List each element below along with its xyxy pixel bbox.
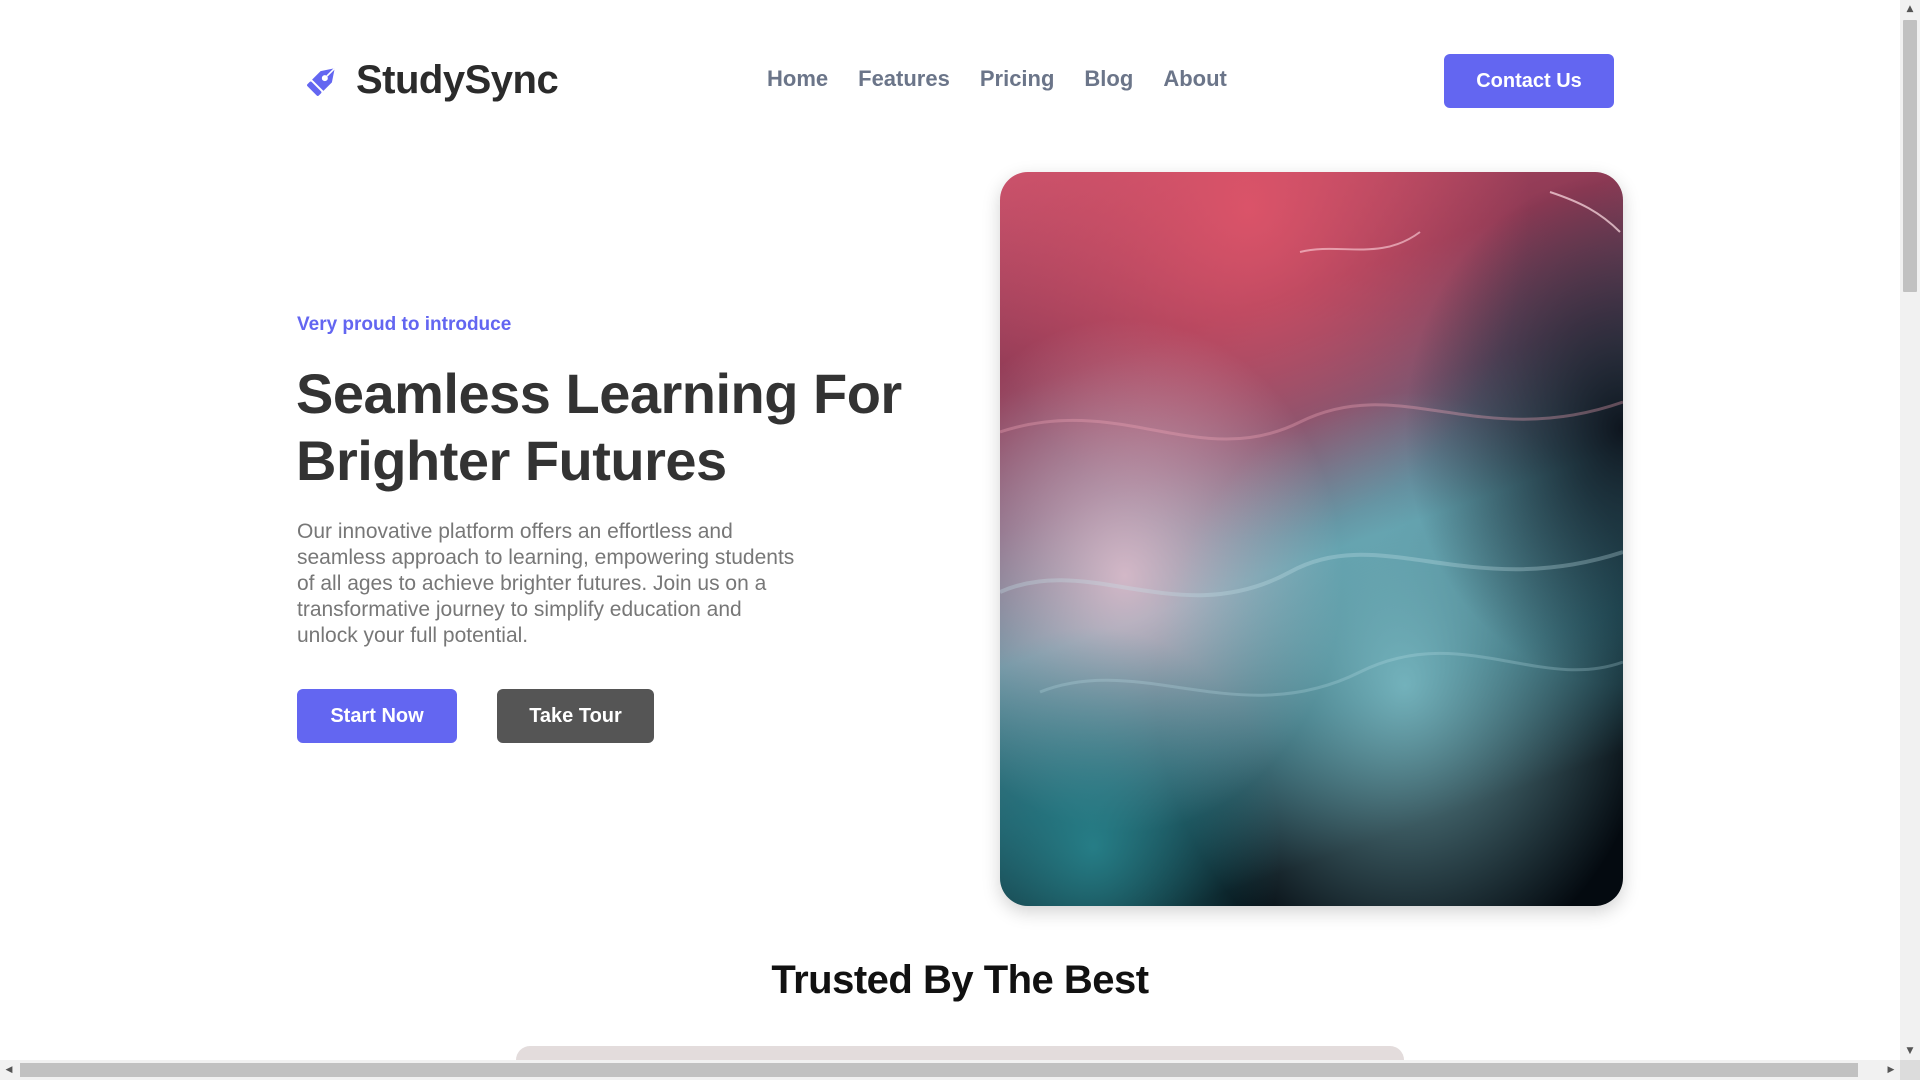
vertical-scrollbar[interactable]: ▲ ▼ xyxy=(1900,0,1920,1060)
hero-image xyxy=(1000,172,1623,906)
take-tour-button[interactable]: Take Tour xyxy=(497,689,654,743)
start-now-button[interactable]: Start Now xyxy=(297,689,457,743)
page-viewport: StudySync Home Features Pricing Blog Abo… xyxy=(0,0,1900,1060)
scroll-right-arrow-icon[interactable]: ▶ xyxy=(1882,1060,1900,1080)
partner-logos-strip xyxy=(516,1046,1404,1060)
brand-name: StudySync xyxy=(356,58,559,102)
main-nav: Home Features Pricing Blog About xyxy=(767,66,1227,92)
scroll-left-arrow-icon[interactable]: ◀ xyxy=(0,1060,18,1080)
nav-pricing[interactable]: Pricing xyxy=(980,66,1055,92)
hero-description: Our innovative platform offers an effort… xyxy=(297,520,795,647)
hero-title-line-1: Seamless Learning For xyxy=(296,362,902,425)
nav-home[interactable]: Home xyxy=(767,66,828,92)
contact-us-button[interactable]: Contact Us xyxy=(1444,54,1614,108)
hero-title: Seamless Learning For Brighter Futures xyxy=(296,360,936,494)
scrollbar-corner xyxy=(1900,1060,1920,1080)
horizontal-scrollbar[interactable]: ◀ ▶ xyxy=(0,1060,1900,1080)
brand-logo[interactable]: StudySync xyxy=(302,58,559,103)
vertical-scrollbar-thumb[interactable] xyxy=(1903,20,1917,292)
nav-about[interactable]: About xyxy=(1163,66,1227,92)
scroll-down-arrow-icon[interactable]: ▼ xyxy=(1900,1042,1920,1060)
site-header: StudySync Home Features Pricing Blog Abo… xyxy=(0,0,1900,162)
scroll-up-arrow-icon[interactable]: ▲ xyxy=(1900,0,1920,18)
horizontal-scrollbar-thumb[interactable] xyxy=(20,1063,1858,1077)
hero-eyebrow: Very proud to introduce xyxy=(297,314,512,335)
fountain-pen-icon xyxy=(302,61,342,101)
trusted-title: Trusted By The Best xyxy=(771,958,1149,1002)
nav-blog[interactable]: Blog xyxy=(1084,66,1133,92)
hero-title-line-2: Brighter Futures xyxy=(296,429,727,492)
nav-features[interactable]: Features xyxy=(858,66,950,92)
